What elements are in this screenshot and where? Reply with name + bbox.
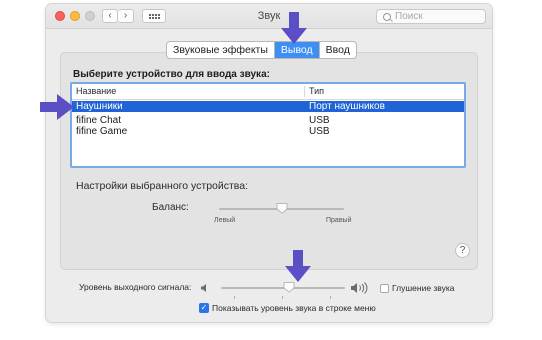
- search-field[interactable]: Поиск: [376, 9, 486, 24]
- column-header-type[interactable]: Тип: [309, 86, 324, 96]
- device-name: fifine Chat: [76, 115, 122, 126]
- tab-output[interactable]: Вывод: [273, 42, 319, 58]
- tab-sound-effects[interactable]: Звуковые эффекты: [167, 42, 274, 58]
- output-volume-label: Уровень выходного сигнала:: [79, 282, 192, 292]
- column-divider: [304, 86, 305, 97]
- balance-left-label: Левый: [214, 217, 236, 224]
- balance-slider-knob[interactable]: [276, 202, 288, 214]
- column-header-name[interactable]: Название: [76, 86, 116, 96]
- help-button[interactable]: ?: [455, 243, 470, 258]
- device-section-label: Выберите устройство для ввода звука:: [73, 69, 270, 80]
- checkmark-icon: ✓: [200, 303, 208, 312]
- device-settings-label: Настройки выбранного устройства:: [76, 180, 249, 192]
- arrow-right-icon: [40, 94, 74, 120]
- sound-preferences-window: ‹ › Звук Поиск Звуковые эффекты Вывод Вв…: [46, 4, 492, 322]
- device-type: USB: [309, 115, 330, 126]
- device-name: fifine Game: [76, 126, 128, 137]
- mute-checkbox[interactable]: [380, 284, 389, 293]
- table-row[interactable]: fifine Game USB: [72, 126, 464, 137]
- table-row[interactable]: Наушники Порт наушников: [72, 101, 464, 112]
- table-header: Название Тип: [72, 84, 464, 100]
- search-icon: [383, 12, 391, 21]
- show-in-menu-label: Показывать уровень звука в строке меню: [212, 303, 376, 313]
- search-placeholder: Поиск: [395, 11, 423, 22]
- volume-tick: [330, 296, 331, 299]
- arrow-down-icon: [285, 250, 311, 282]
- speaker-low-icon: [201, 284, 206, 292]
- volume-tick: [282, 296, 283, 299]
- volume-slider-knob[interactable]: [283, 281, 295, 293]
- volume-tick: [234, 296, 235, 299]
- table-row[interactable]: fifine Chat USB: [72, 115, 464, 126]
- tab-input[interactable]: Ввод: [318, 42, 356, 58]
- mute-label: Глушение звука: [392, 283, 455, 293]
- device-table[interactable]: Название Тип Наушники Порт наушников fif…: [70, 82, 466, 168]
- balance-right-label: Правый: [326, 217, 352, 224]
- device-name: Наушники: [76, 101, 123, 112]
- balance-label: Баланс:: [152, 202, 189, 213]
- device-type: Порт наушников: [309, 101, 385, 112]
- tab-bar: Звуковые эффекты Вывод Ввод: [166, 41, 357, 59]
- device-type: USB: [309, 126, 330, 137]
- title-bar: ‹ › Звук Поиск: [46, 4, 492, 29]
- arrow-down-icon: [281, 12, 307, 44]
- speaker-high-icon: [351, 282, 368, 294]
- show-in-menu-checkbox[interactable]: ✓: [199, 303, 209, 313]
